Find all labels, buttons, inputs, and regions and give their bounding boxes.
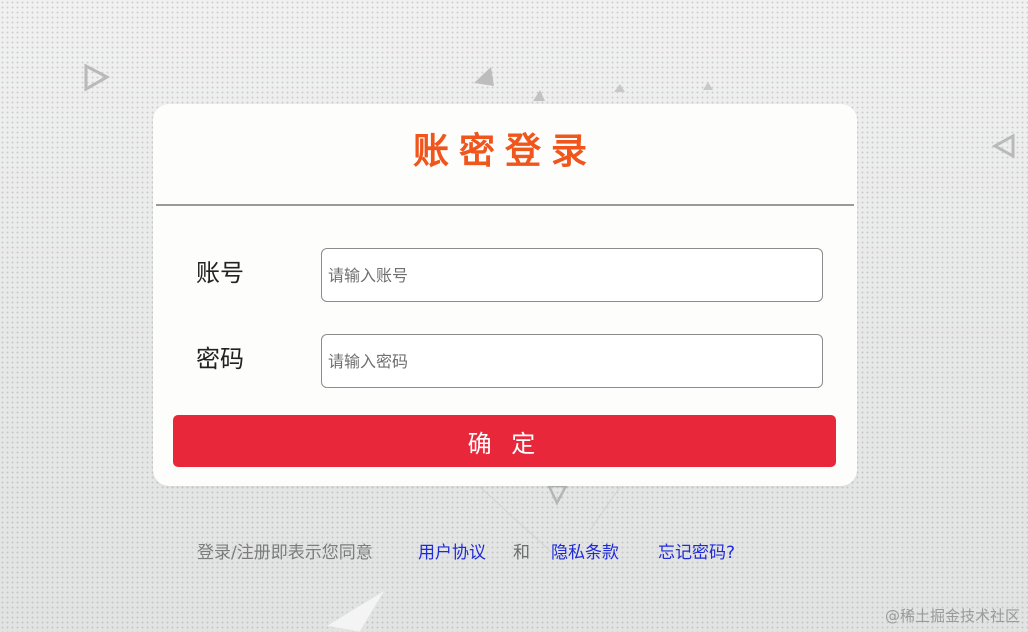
login-card: 账密登录 账号 密码 确 定 — [153, 104, 857, 486]
triangle-decoration — [474, 67, 494, 86]
triangle-decoration — [547, 484, 569, 506]
password-label: 密码 — [196, 345, 244, 373]
and-text: 和 — [513, 543, 530, 563]
user-agreement-link[interactable]: 用户协议 — [418, 540, 486, 566]
triangle-decoration — [991, 133, 1015, 159]
account-input[interactable] — [321, 248, 823, 302]
confirm-button[interactable]: 确 定 — [173, 415, 836, 467]
title-divider — [156, 204, 854, 206]
login-title: 账密登录 — [412, 131, 597, 172]
triangle-decoration — [84, 63, 111, 92]
triangle-decoration — [614, 84, 625, 92]
forgot-password-link[interactable]: 忘记密码? — [658, 540, 735, 566]
account-label: 账号 — [196, 259, 244, 287]
watermark: @稀土掘金技术社区 — [884, 607, 1020, 625]
agreement-row: 登录/注册即表示您同意 用户协议 和 隐私条款 忘记密码? — [0, 540, 1028, 566]
privacy-terms-link[interactable]: 隐私条款 — [551, 540, 619, 566]
triangle-decoration — [533, 90, 545, 101]
triangle-decoration — [703, 82, 713, 90]
password-input[interactable] — [321, 334, 823, 388]
agreement-text: 登录/注册即表示您同意 — [197, 543, 373, 563]
triangle-decoration — [324, 589, 386, 632]
